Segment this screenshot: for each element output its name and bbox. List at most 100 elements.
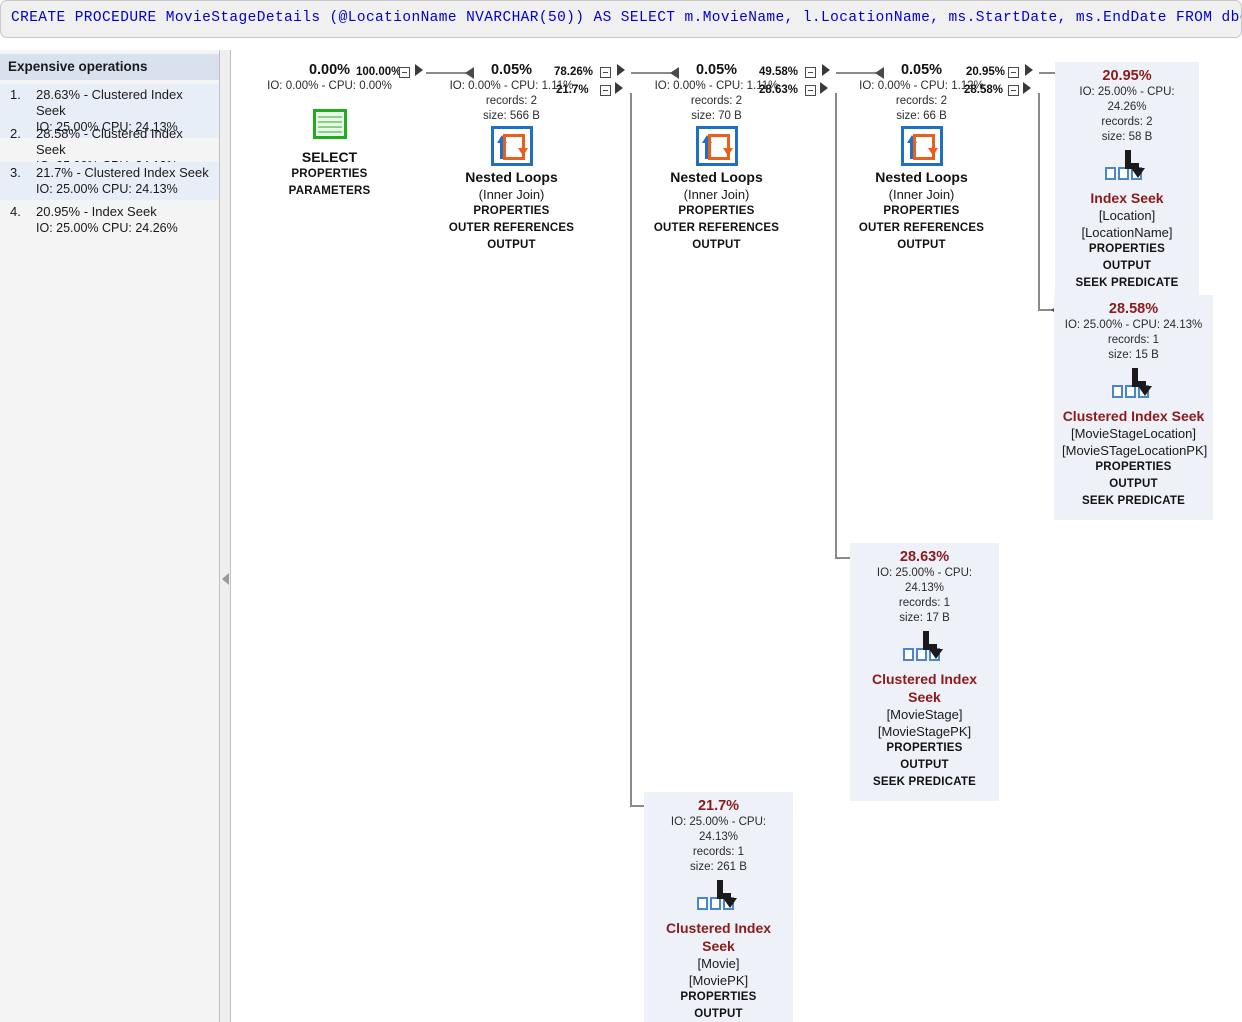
plan-node-clustered-index-seek-moviestage[interactable]: 28.63% IO: 25.00% - CPU: 24.13% records:…: [850, 543, 999, 801]
play-icon-5[interactable]: [820, 82, 828, 94]
expensive-operation-item-3[interactable]: 3. 21.7% - Clustered Index Seek IO: 25.0…: [0, 162, 219, 200]
index-seek-cost-percent: 20.95%: [1063, 68, 1191, 85]
cis-msl-output-link[interactable]: OUTPUT: [1062, 476, 1205, 493]
nl1-cost-percent: 0.05%: [424, 62, 599, 79]
chevron-left-icon: [222, 573, 229, 585]
play-icon-4[interactable]: [822, 64, 830, 76]
plan-node-index-seek-location[interactable]: 20.95% IO: 25.00% - CPU: 24.26% records:…: [1055, 62, 1199, 302]
collapse-toggle-4[interactable]: [805, 67, 816, 78]
operation-index-2: 2.: [10, 126, 30, 141]
play-icon-2[interactable]: [617, 64, 625, 76]
cis-ms-seek-predicate-link[interactable]: SEEK PREDICATE: [858, 774, 991, 791]
nl3-outer-references-link[interactable]: OUTER REFERENCES: [834, 220, 1009, 237]
cis-movie-records: records: 1: [652, 845, 785, 860]
clustered-index-seek-icon: [1062, 363, 1205, 407]
operation-title-1: 28.63% - Clustered Index Seek: [36, 87, 213, 119]
cis-msl-io-cpu: IO: 25.00% - CPU: 24.13%: [1062, 318, 1205, 333]
plan-node-clustered-index-seek-moviestagelocation[interactable]: 28.58% IO: 25.00% - CPU: 24.13% records:…: [1054, 295, 1213, 520]
operation-index-3: 3.: [10, 165, 30, 180]
nl3-size: size: 66 B: [834, 109, 1009, 124]
nl1-io-cpu: IO: 0.00% - CPU: 1.11%: [424, 79, 599, 94]
select-cost-percent: 0.00%: [242, 62, 417, 79]
cis-movie-output-link[interactable]: OUTPUT: [652, 1006, 785, 1022]
nl3-properties-link[interactable]: PROPERTIES: [834, 203, 1009, 220]
select-properties-link[interactable]: PROPERTIES: [242, 166, 417, 183]
nl1-records: records: 2: [424, 94, 599, 109]
cis-ms-properties-link[interactable]: PROPERTIES: [858, 740, 991, 757]
index-seek-records: records: 2: [1063, 115, 1191, 130]
cis-msl-table: [MovieStageLocation]: [1062, 425, 1205, 442]
nested-loops-icon: [629, 124, 804, 168]
collapse-toggle-6[interactable]: [1008, 67, 1019, 78]
plan-node-clustered-index-seek-movie[interactable]: 21.7% IO: 25.00% - CPU: 24.13% records: …: [644, 792, 793, 1022]
cis-msl-properties-link[interactable]: PROPERTIES: [1062, 459, 1205, 476]
nl2-join-type: (Inner Join): [629, 186, 804, 203]
cis-movie-properties-link[interactable]: PROPERTIES: [652, 989, 785, 1006]
cis-msl-size: size: 15 B: [1062, 348, 1205, 363]
index-seek-output-link[interactable]: OUTPUT: [1063, 258, 1191, 275]
nl3-output-link[interactable]: OUTPUT: [834, 237, 1009, 254]
cis-msl-node-title: Clustered Index Seek: [1062, 407, 1205, 425]
select-io-cpu: IO: 0.00% - CPU: 0.00%: [242, 79, 417, 94]
nl1-node-title: Nested Loops: [424, 168, 599, 186]
plan-node-nested-loops-1[interactable]: 0.05% IO: 0.00% - CPU: 1.11% records: 2 …: [424, 62, 599, 254]
index-seek-node-title: Index Seek: [1063, 189, 1191, 207]
cis-ms-records: records: 1: [858, 596, 991, 611]
index-seek-table: [Location]: [1063, 207, 1191, 224]
index-seek-size: size: 58 B: [1063, 130, 1191, 145]
plan-node-nested-loops-2[interactable]: 0.05% IO: 0.00% - CPU: 1.11% records: 2 …: [629, 62, 804, 254]
cis-movie-node-title: Clustered Index Seek: [652, 919, 785, 955]
operation-title-2: 28.58% - Clustered Index Seek: [36, 126, 213, 158]
cis-ms-size: size: 17 B: [858, 611, 991, 626]
cis-ms-output-link[interactable]: OUTPUT: [858, 757, 991, 774]
expensive-operations-header: Expensive operations: [0, 54, 219, 80]
cis-movie-io-cpu: IO: 25.00% - CPU: 24.13%: [652, 815, 785, 845]
nl1-output-link[interactable]: OUTPUT: [424, 237, 599, 254]
expensive-operations-panel: Expensive operations 1. 28.63% - Cluster…: [0, 50, 220, 1022]
collapse-toggle-2[interactable]: [600, 67, 611, 78]
panel-splitter[interactable]: [220, 50, 231, 1022]
collapse-toggle-5[interactable]: [805, 85, 816, 96]
select-icon: [242, 102, 417, 146]
execution-plan-window: CREATE PROCEDURE MovieStageDetails (@Loc…: [0, 0, 1242, 1022]
cis-ms-node-title: Clustered Index Seek: [858, 670, 991, 706]
play-icon-7[interactable]: [1023, 82, 1031, 94]
operation-index-1: 1.: [10, 87, 30, 102]
sql-query-bar[interactable]: CREATE PROCEDURE MovieStageDetails (@Loc…: [0, 0, 1242, 38]
cis-ms-cost-percent: 28.63%: [858, 549, 991, 566]
nl1-outer-references-link[interactable]: OUTER REFERENCES: [424, 220, 599, 237]
cis-movie-table: [Movie]: [652, 955, 785, 972]
nl1-properties-link[interactable]: PROPERTIES: [424, 203, 599, 220]
nl1-join-type: (Inner Join): [424, 186, 599, 203]
nl2-output-link[interactable]: OUTPUT: [629, 237, 804, 254]
select-node-title: SELECT: [242, 148, 417, 166]
operation-title-3: 21.7% - Clustered Index Seek: [36, 165, 213, 181]
index-seek-icon: [1063, 145, 1191, 189]
index-seek-seek-predicate-link[interactable]: SEEK PREDICATE: [1063, 275, 1191, 292]
panel-collapse-handle[interactable]: [221, 568, 230, 590]
nl1-size: size: 566 B: [424, 109, 599, 124]
select-parameters-link[interactable]: PARAMETERS: [242, 183, 417, 200]
index-seek-io-cpu: IO: 25.00% - CPU: 24.26%: [1063, 85, 1191, 115]
collapse-toggle-7[interactable]: [1008, 85, 1019, 96]
cis-msl-seek-predicate-link[interactable]: SEEK PREDICATE: [1062, 493, 1205, 510]
play-icon-3[interactable]: [615, 82, 623, 94]
clustered-index-seek-icon: [858, 626, 991, 670]
nested-loops-icon: [834, 124, 1009, 168]
index-seek-properties-link[interactable]: PROPERTIES: [1063, 241, 1191, 258]
nl2-properties-link[interactable]: PROPERTIES: [629, 203, 804, 220]
play-icon-6[interactable]: [1025, 64, 1033, 76]
plan-canvas[interactable]: 100.00% 78.26% 21.7% 49.58% 28.63% 20.95…: [231, 50, 1242, 1022]
nl2-records: records: 2: [629, 94, 804, 109]
plan-node-select[interactable]: 0.00% IO: 0.00% - CPU: 0.00% SELECT PROP…: [242, 62, 417, 200]
plan-node-nested-loops-3[interactable]: 0.05% IO: 0.00% - CPU: 1.12% records: 2 …: [834, 62, 1009, 254]
operation-cost-4: IO: 25.00% CPU: 24.26%: [36, 220, 213, 236]
collapse-toggle-3[interactable]: [600, 85, 611, 96]
nested-loops-icon: [424, 124, 599, 168]
nl3-node-title: Nested Loops: [834, 168, 1009, 186]
expensive-operation-item-4[interactable]: 4. 20.95% - Index Seek IO: 25.00% CPU: 2…: [0, 201, 219, 239]
nl3-io-cpu: IO: 0.00% - CPU: 1.12%: [834, 79, 1009, 94]
cis-movie-cost-percent: 21.7%: [652, 798, 785, 815]
cis-ms-table: [MovieStage]: [858, 706, 991, 723]
nl2-outer-references-link[interactable]: OUTER REFERENCES: [629, 220, 804, 237]
